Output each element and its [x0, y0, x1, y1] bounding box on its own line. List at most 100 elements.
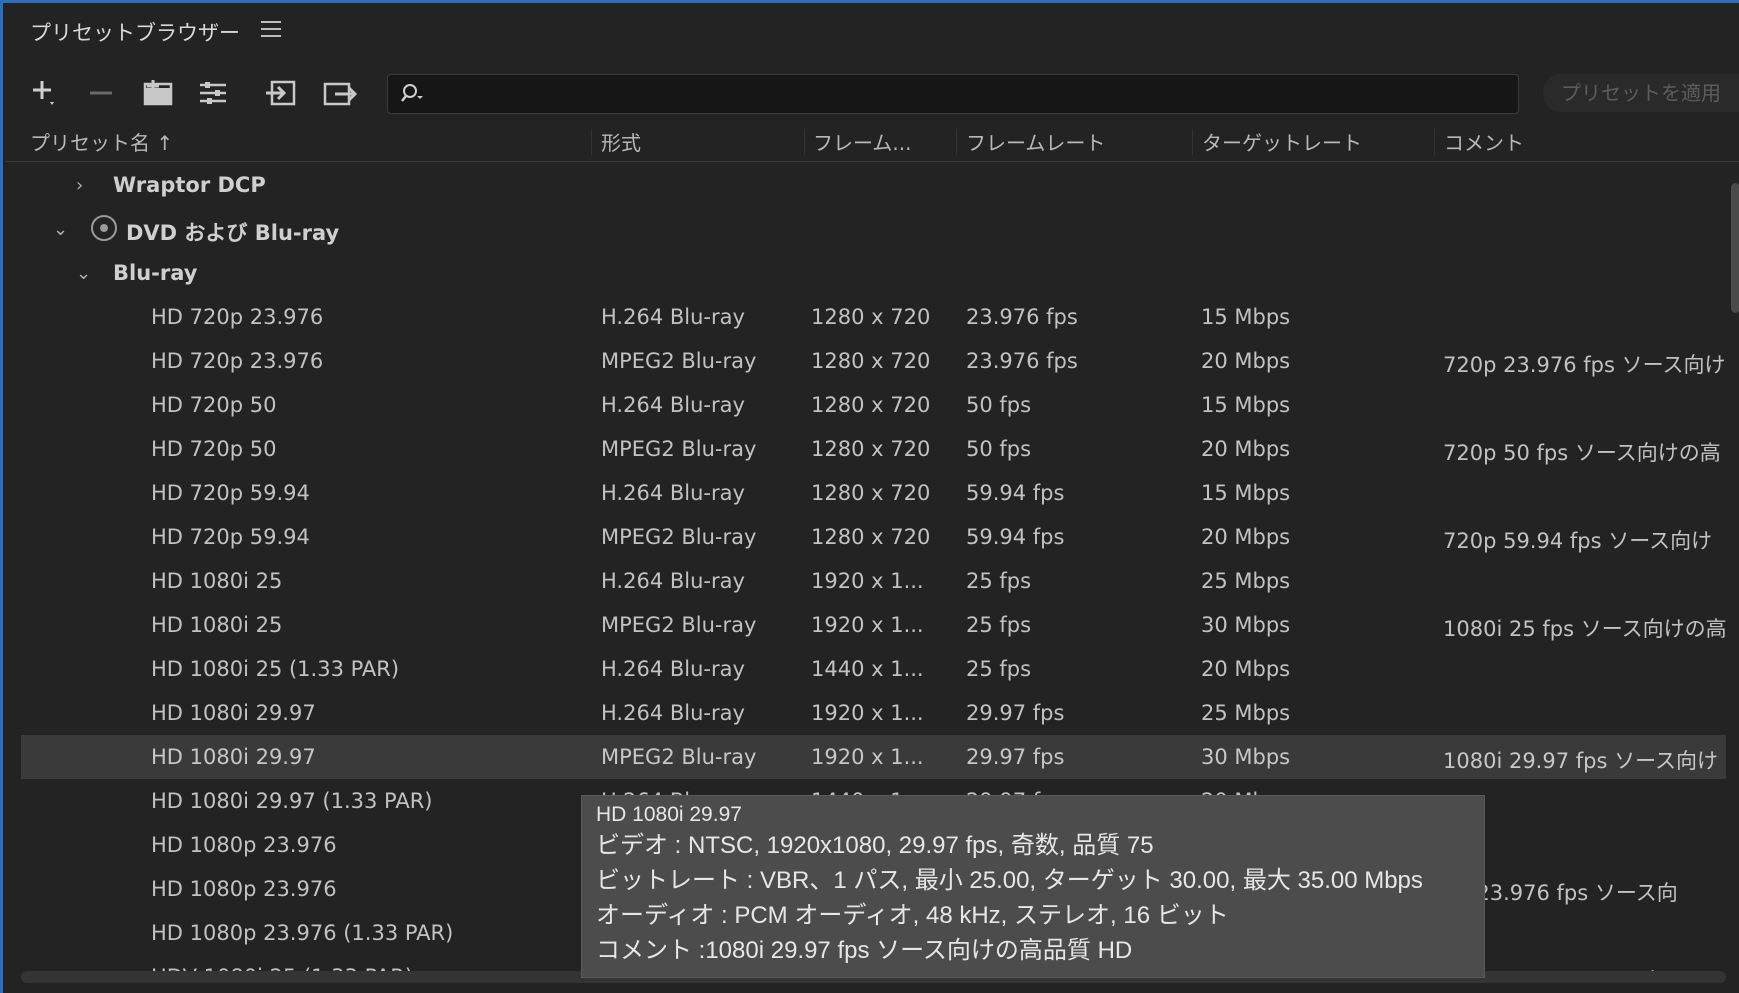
group-row-bluray[interactable]: ⌄ Blu-ray — [21, 251, 1726, 296]
cell-name: HD 1080i 29.97 (1.33 PAR) — [151, 789, 433, 813]
cell-frame-rate: 29.97 fps — [966, 701, 1065, 725]
preset-row[interactable]: HD 1080i 25 MPEG2 Blu-ray 1920 x 1... 25 fp… — [21, 603, 1726, 648]
cell-frame-rate: 59.94 fps — [966, 481, 1065, 505]
preset-row[interactable]: HD 720p 50 MPEG2 Blu-ray 1280 x 720 50 fps 2… — [21, 427, 1726, 472]
column-header-format[interactable]: 形式 — [601, 127, 641, 156]
cell-frame-rate: 25 fps — [966, 613, 1032, 637]
cell-format: H.264 Blu-ray — [601, 701, 745, 725]
cell-target-rate: 25 Mbps — [1201, 701, 1291, 725]
preset-row[interactable]: HD 1080i 29.97 MPEG2 Blu-ray 1920 x 1... 29… — [21, 735, 1726, 780]
sliders-icon — [200, 82, 226, 104]
cell-name: HD 720p 59.94 — [151, 525, 310, 549]
cell-format: MPEG2 Blu-ray — [601, 437, 757, 461]
tooltip-title: HD 1080i 29.97 — [596, 803, 742, 826]
column-header-frame-rate[interactable]: フレームレート — [966, 127, 1105, 156]
preset-settings-button[interactable] — [193, 75, 233, 111]
column-header-target-rate[interactable]: ターゲットレート — [1202, 127, 1362, 156]
import-icon — [266, 80, 296, 106]
cell-frame-size: 1280 x 720 — [811, 349, 931, 373]
search-icon — [401, 84, 423, 102]
preset-row[interactable]: HD 1080i 29.97 H.264 Blu-ray 1920 x 1... 29… — [21, 691, 1726, 736]
preset-row[interactable]: HD 720p 50 H.264 Blu-ray 1280 x 720 50 fps 1… — [21, 383, 1726, 428]
add-preset-button[interactable] — [25, 75, 65, 111]
cell-target-rate: 20 Mbps — [1201, 437, 1291, 461]
preset-row[interactable]: HD 1080i 25 (1.33 PAR) H.264 Blu-ray 1440 … — [21, 647, 1726, 692]
cell-frame-rate: 23.976 fps — [966, 349, 1078, 373]
preset-row[interactable]: HD 720p 23.976 MPEG2 Blu-ray 1280 x 720 23.… — [21, 339, 1726, 384]
cell-target-rate: 15 Mbps — [1201, 305, 1291, 329]
new-group-button[interactable] — [138, 75, 178, 111]
cell-format: H.264 Blu-ray — [601, 481, 745, 505]
chevron-right-icon[interactable]: › — [76, 175, 83, 196]
apply-preset-button[interactable]: プリセットを適用 — [1543, 74, 1739, 112]
import-preset-button[interactable] — [261, 75, 301, 111]
cell-format: H.264 Blu-ray — [601, 305, 745, 329]
cell-name: HD 720p 50 — [151, 437, 277, 461]
column-divider[interactable] — [956, 129, 957, 155]
column-divider[interactable] — [1192, 129, 1193, 155]
preset-row[interactable]: HD 1080i 25 H.264 Blu-ray 1920 x 1... 25 fp… — [21, 559, 1726, 604]
cell-frame-size: 1280 x 720 — [811, 393, 931, 417]
panel-title: プリセットブラウザー — [30, 21, 240, 45]
group-label: Wraptor DCP — [113, 173, 266, 197]
cell-name: HD 1080i 29.97 — [151, 701, 316, 725]
chevron-down-icon[interactable]: ⌄ — [53, 219, 68, 240]
column-header: プリセット名 ↑ 形式 フレーム... フレームレート ターゲットレート コメン… — [6, 121, 1739, 162]
cell-frame-rate: 23.976 fps — [966, 305, 1078, 329]
preset-row[interactable]: HD 720p 59.94 H.264 Blu-ray 1280 x 720 59.9… — [21, 471, 1726, 516]
cell-frame-size: 1280 x 720 — [811, 481, 931, 505]
folder-add-icon — [143, 80, 173, 106]
preset-browser-panel: プリセットブラウザー プリセットを適用 プリセット名 ↑ 形式 フレーム... … — [0, 0, 1739, 993]
cell-name: HD 1080p 23.976 (1.33 PAR) — [151, 921, 454, 945]
cell-format: H.264 Blu-ray — [601, 569, 745, 593]
cell-target-rate: 20 Mbps — [1201, 657, 1291, 681]
remove-preset-button[interactable] — [81, 75, 121, 111]
cell-name: HD 1080i 25 (1.33 PAR) — [151, 657, 400, 681]
cell-frame-size: 1280 x 720 — [811, 437, 931, 461]
export-icon — [323, 82, 358, 106]
cell-frame-size: 1920 x 1... — [811, 745, 924, 769]
cell-format: MPEG2 Blu-ray — [601, 745, 757, 769]
column-header-frame-size[interactable]: フレーム... — [813, 127, 911, 156]
preset-row[interactable]: HD 720p 23.976 H.264 Blu-ray 1280 x 720 23.… — [21, 295, 1726, 340]
column-divider[interactable] — [1434, 129, 1435, 155]
cell-frame-rate: 50 fps — [966, 393, 1032, 417]
cell-target-rate: 25 Mbps — [1201, 569, 1291, 593]
column-header-comment[interactable]: コメント — [1444, 127, 1524, 156]
cell-frame-size: 1280 x 720 — [811, 525, 931, 549]
cell-frame-size: 1920 x 1... — [811, 569, 924, 593]
cell-target-rate: 15 Mbps — [1201, 481, 1291, 505]
tooltip-comment: コメント :1080i 29.97 fps ソース向けの高品質 HD — [596, 937, 1133, 964]
column-header-name[interactable]: プリセット名 ↑ — [30, 127, 173, 156]
tooltip-bitrate: ビットレート : VBR、1 パス, 最小 25.00, ターゲット 30.00… — [596, 867, 1423, 894]
column-divider[interactable] — [591, 129, 592, 155]
cell-format: MPEG2 Blu-ray — [601, 525, 757, 549]
cell-frame-size: 1280 x 720 — [811, 305, 931, 329]
plus-icon — [33, 81, 54, 105]
export-preset-button[interactable] — [321, 75, 361, 111]
preset-row[interactable]: HD 720p 59.94 MPEG2 Blu-ray 1280 x 720 59.9… — [21, 515, 1726, 560]
chevron-down-icon[interactable]: ⌄ — [76, 263, 91, 284]
vertical-scrollbar[interactable] — [1731, 183, 1739, 313]
cell-comment: 720p 59.94 fps ソース向け — [1443, 529, 1713, 553]
cell-name: HD 720p 23.976 — [151, 349, 324, 373]
disc-icon — [91, 215, 117, 241]
group-row-wraptor[interactable]: › Wraptor DCP — [21, 163, 1726, 208]
cell-target-rate: 20 Mbps — [1201, 525, 1291, 549]
cell-name: HD 1080p 23.976 — [151, 833, 337, 857]
cell-format: MPEG2 Blu-ray — [601, 613, 757, 637]
cell-target-rate: 30 Mbps — [1201, 613, 1291, 637]
cell-name: HD 1080i 29.97 — [151, 745, 316, 769]
column-divider[interactable] — [804, 129, 805, 155]
cell-frame-size: 1920 x 1... — [811, 613, 924, 637]
search-field[interactable] — [432, 79, 1506, 109]
cell-target-rate: 15 Mbps — [1201, 393, 1291, 417]
search-input[interactable] — [387, 74, 1519, 114]
cell-frame-rate: 25 fps — [966, 657, 1032, 681]
cell-comment: 0p 23.976 fps ソース向 — [1443, 881, 1678, 905]
hamburger-menu-icon[interactable] — [261, 21, 281, 39]
cell-frame-size: 1920 x 1... — [811, 701, 924, 725]
preset-tooltip: HD 1080i 29.97 ビデオ : NTSC, 1920x1080, 29… — [581, 795, 1485, 978]
tooltip-audio: オーディオ : PCM オーディオ, 48 kHz, ステレオ, 16 ビット — [596, 902, 1229, 929]
group-row-dvd-bluray[interactable]: ⌄ DVD および Blu-ray — [21, 207, 1726, 252]
